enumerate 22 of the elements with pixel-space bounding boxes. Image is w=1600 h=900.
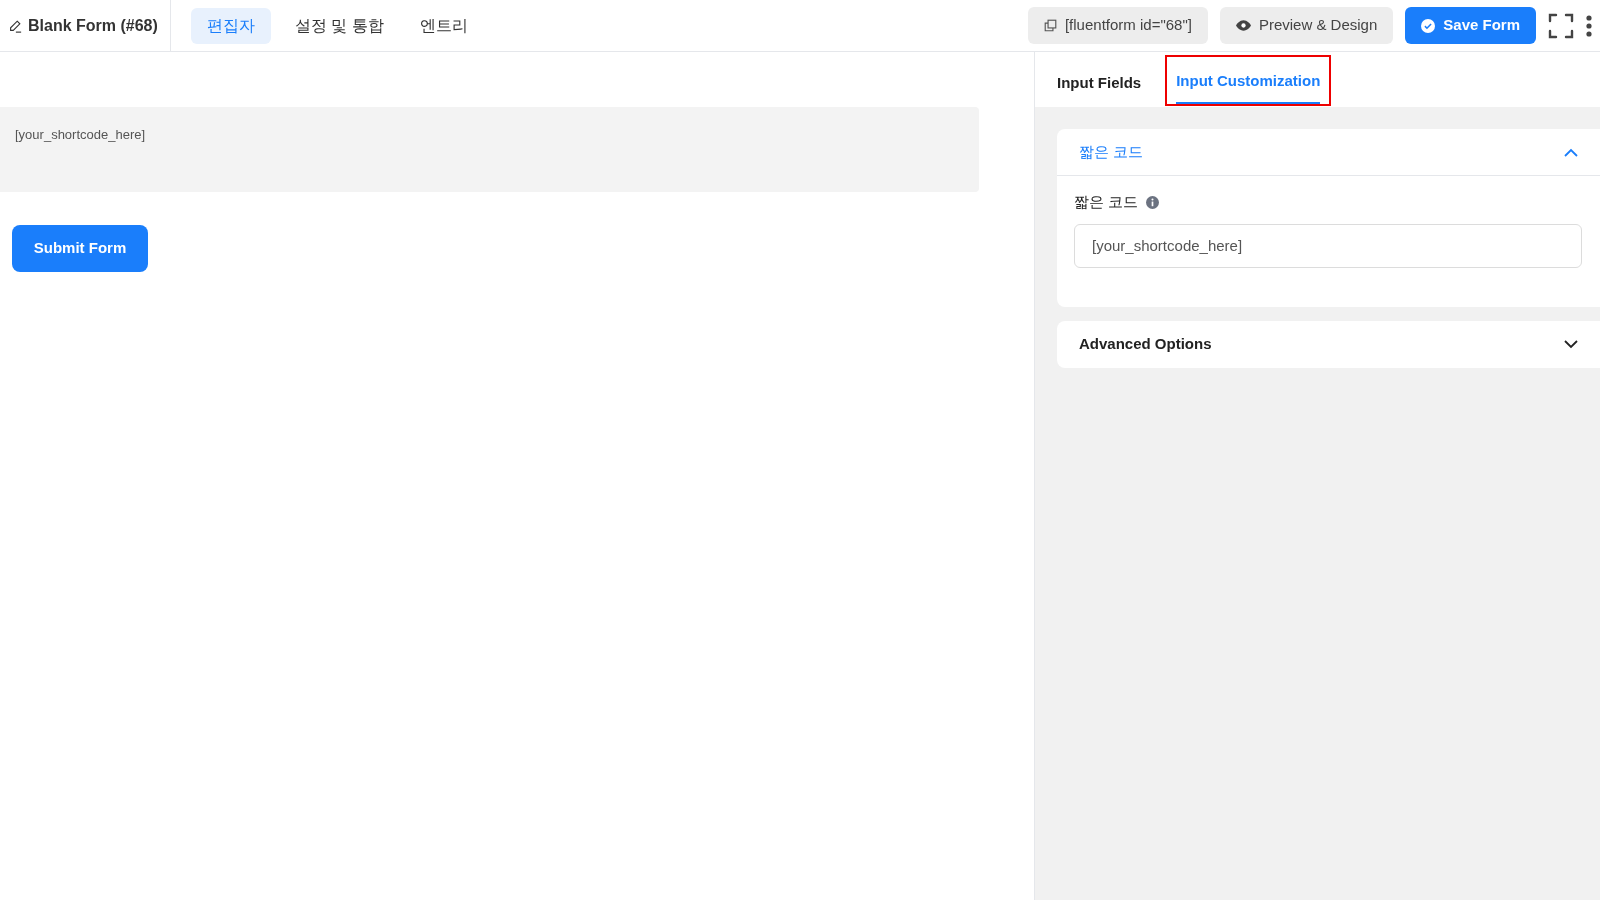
chevron-down-icon <box>1564 339 1578 349</box>
shortcode-button[interactable]: [fluentform id="68"] <box>1027 7 1208 44</box>
submit-form-button[interactable]: Submit Form <box>12 225 148 272</box>
chevron-up-icon <box>1564 147 1578 157</box>
info-icon <box>1146 195 1160 209</box>
section-header[interactable]: Advanced Options <box>1057 320 1600 368</box>
nav-tab[interactable]: 설정 및 통합 <box>282 7 396 44</box>
pencil-icon <box>8 18 22 33</box>
sidebar-tab[interactable]: Input Fields <box>1057 71 1142 106</box>
shortcode-block: [your_shortcode_here] <box>0 107 979 192</box>
section-header[interactable]: 짧은 코드 <box>1057 129 1600 176</box>
preview-button[interactable]: Preview & Design <box>1219 7 1394 44</box>
fullscreen-icon[interactable] <box>1548 12 1574 39</box>
more-options-icon[interactable] <box>1586 14 1592 37</box>
shortcode-input[interactable]: [your_shortcode_here] <box>1074 223 1582 268</box>
field-label: 짧은 코드 <box>1074 192 1139 212</box>
eye-icon <box>1235 20 1251 31</box>
form-title: Blank Form (#68) <box>28 15 158 36</box>
nav-tab[interactable]: 엔트리 <box>407 7 480 44</box>
copy-icon <box>1043 19 1057 32</box>
check-circle-icon <box>1421 18 1436 33</box>
save-form-button[interactable]: Save Form <box>1405 7 1536 44</box>
